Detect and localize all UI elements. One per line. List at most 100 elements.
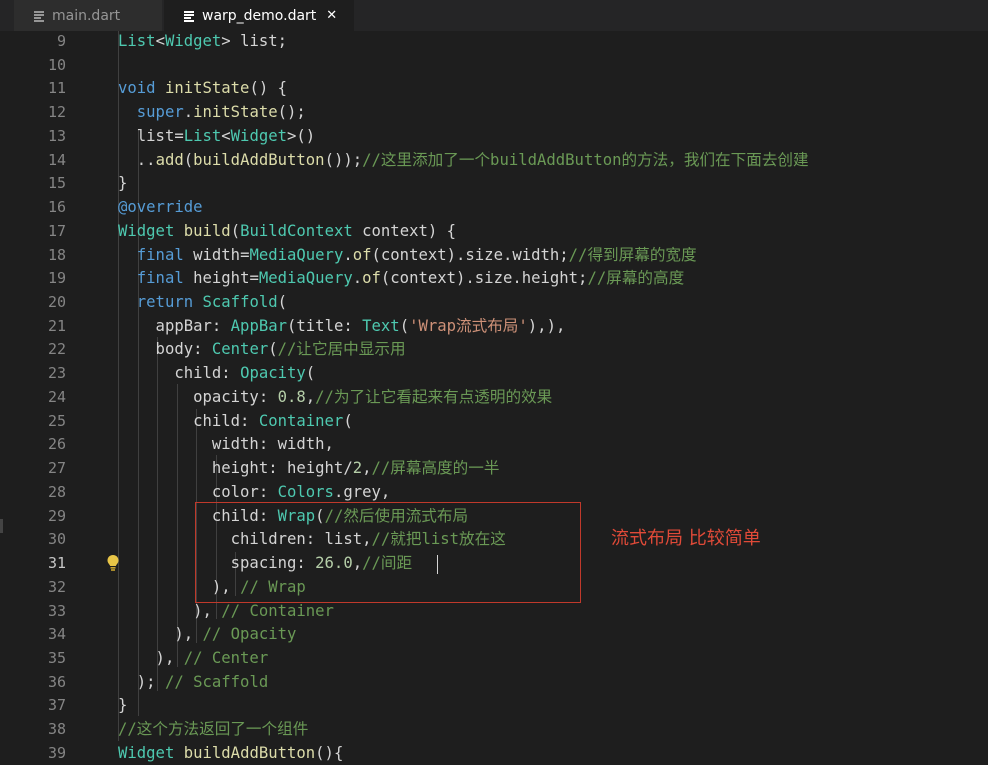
code-line[interactable]: final height=MediaQuery.of(context).size…: [118, 266, 684, 290]
lightbulb-icon[interactable]: [106, 554, 120, 572]
code-token: //得到屏幕的宽度: [568, 245, 697, 264]
code-token: //屏幕的高度: [587, 269, 685, 288]
code-line[interactable]: List<Widget> list;: [118, 29, 287, 53]
code-token: //这里添加了一个buildAddButton的方法，我们在下面去创建: [362, 150, 809, 169]
activity-strip: [0, 31, 14, 752]
code-line[interactable]: }: [118, 171, 127, 195]
code-token: super: [136, 103, 184, 122]
line-number: 11: [47, 79, 66, 98]
code-token: List: [183, 126, 222, 145]
code-line[interactable]: ), // Center: [118, 646, 269, 670]
code-token: buildAddButton: [193, 150, 325, 169]
file-lines-icon: [184, 10, 194, 22]
code-token: <: [155, 32, 165, 50]
code-token: ),: [118, 625, 203, 644]
line-number: 35: [47, 648, 66, 667]
code-token: (: [268, 340, 278, 359]
code-line[interactable]: @override: [118, 195, 203, 219]
code-token: ();: [277, 103, 306, 122]
code-line[interactable]: child: Opacity(: [118, 361, 315, 385]
code-token: (: [277, 293, 288, 312]
annotation-text: 流式布局 比较简单: [611, 528, 761, 549]
code-line[interactable]: final width=MediaQuery.of(context).size.…: [118, 243, 697, 267]
code-token: return: [136, 293, 194, 312]
code-line[interactable]: ..add(buildAddButton());//这里添加了一个buildAd…: [118, 148, 809, 172]
code-line[interactable]: list=List<Widget>(): [118, 124, 315, 148]
code-line[interactable]: height: height/2,//屏幕高度的一半: [118, 456, 500, 480]
code-token: width: width,: [118, 435, 334, 454]
tab-label: main.dart: [52, 7, 121, 24]
line-number: 13: [47, 126, 66, 145]
code-line[interactable]: ); // Scaffold: [118, 670, 268, 694]
line-number: 16: [47, 198, 66, 217]
code-line[interactable]: body: Center(//让它居中显示用: [118, 337, 406, 361]
code-line[interactable]: void initState() {: [118, 76, 287, 100]
code-editor[interactable]: List<Widget> list; void initState() { sup…: [98, 29, 988, 762]
code-token: Widget: [118, 743, 175, 762]
code-token: MediaQuery: [249, 245, 344, 264]
code-line[interactable]: color: Colors.grey,: [118, 480, 390, 504]
code-token: of: [362, 269, 381, 288]
code-line[interactable]: //这个方法返回了一个组件: [118, 717, 308, 741]
code-token: 'Wrap流式布局': [409, 316, 528, 335]
scroll-marker: [0, 519, 3, 533]
code-line[interactable]: child: Container(: [118, 409, 353, 433]
code-token: (: [399, 316, 410, 335]
code-line[interactable]: appBar: AppBar(title: Text('Wrap流式布局'),)…: [118, 314, 566, 338]
code-token: appBar:: [118, 316, 231, 335]
code-token: }: [118, 174, 128, 193]
code-token: (: [230, 221, 241, 240]
code-line[interactable]: Widget buildAddButton(){: [118, 741, 343, 765]
code-line[interactable]: }: [118, 693, 127, 717]
code-token: Center: [211, 340, 269, 359]
code-token: 2: [352, 459, 363, 478]
line-number: 19: [47, 269, 66, 288]
code-token: (: [183, 150, 194, 169]
line-number: 23: [47, 364, 66, 383]
code-token: ..: [118, 150, 156, 169]
tab-bar: main.dart warp_demo.dart ✕: [0, 0, 988, 31]
code-token: (){: [315, 743, 344, 762]
code-token: Container: [258, 411, 344, 430]
code-token: buildAddButton: [183, 743, 316, 762]
code-token: ,: [362, 459, 372, 478]
code-token: <: [221, 126, 231, 145]
code-token: Text: [362, 316, 400, 335]
code-token: //这个方法返回了一个组件: [118, 720, 309, 739]
file-lines-icon: [34, 10, 44, 22]
close-icon[interactable]: ✕: [326, 8, 337, 23]
code-token: // Center: [183, 648, 269, 667]
tab-main-dart[interactable]: main.dart: [14, 0, 162, 31]
code-token: void: [118, 79, 156, 98]
line-number: 31: [47, 554, 66, 573]
code-token: child:: [118, 411, 259, 430]
code-token: //为了让它看起来有点透明的效果: [315, 387, 553, 406]
line-number: 18: [47, 245, 66, 264]
code-token: ),: [118, 601, 222, 620]
code-line[interactable]: super.initState();: [118, 100, 306, 124]
code-token: final: [136, 269, 184, 288]
code-token: initState: [193, 103, 278, 122]
code-token: (context).size.height;: [380, 269, 588, 288]
line-number: 33: [47, 601, 66, 620]
code-token: (: [305, 364, 316, 383]
code-line[interactable]: ), // Opacity: [118, 622, 296, 646]
code-token: () {: [249, 79, 288, 98]
line-number: 38: [47, 720, 66, 739]
line-number: 26: [47, 435, 66, 454]
code-line[interactable]: opacity: 0.8,//为了让它看起来有点透明的效果: [118, 385, 552, 409]
code-token: Scaffold: [202, 293, 278, 312]
code-token: opacity:: [118, 387, 278, 406]
line-number: 15: [47, 174, 66, 193]
code-token: // Opacity: [202, 625, 297, 644]
tab-warp-demo-dart[interactable]: warp_demo.dart ✕: [164, 0, 354, 31]
code-line[interactable]: width: width,: [118, 432, 334, 456]
line-number: 22: [47, 340, 66, 359]
code-line[interactable]: return Scaffold(: [118, 290, 287, 314]
code-line[interactable]: Widget build(BuildContext context) {: [118, 219, 456, 243]
